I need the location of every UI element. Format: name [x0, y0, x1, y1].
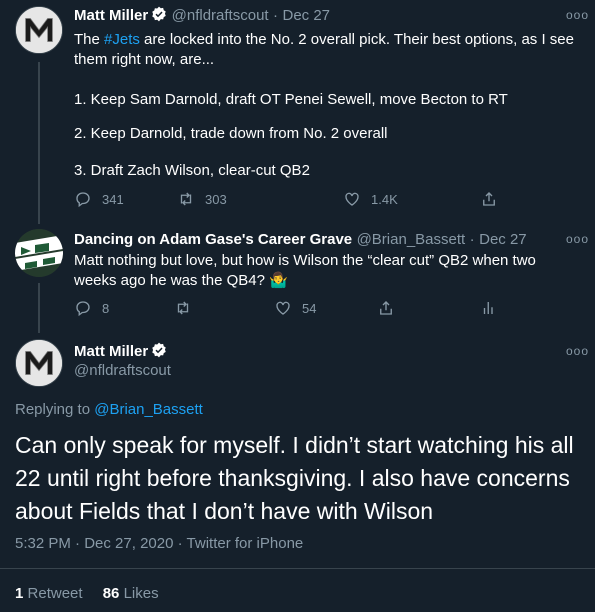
- analytics-action[interactable]: [480, 299, 498, 317]
- like-action[interactable]: 1.4K: [343, 190, 398, 208]
- display-name[interactable]: Matt Miller: [74, 343, 148, 360]
- share-icon: [483, 192, 495, 206]
- replying-to-link[interactable]: @Brian_Bassett: [94, 401, 203, 418]
- retweet-count: 303: [205, 191, 227, 207]
- tweet-date[interactable]: Dec 27: [479, 231, 527, 248]
- option-3: 3. Draft Zach Wilson, clear-cut QB2: [74, 162, 310, 179]
- analytics-icon: [483, 302, 493, 314]
- tweet-header: Matt Miller @nfldraftscout · Dec 27: [74, 6, 330, 27]
- tweet-source[interactable]: Twitter for iPhone: [187, 535, 304, 552]
- like-stat[interactable]: 86 Likes: [103, 585, 159, 602]
- main-author-name-row: Matt Miller: [74, 342, 167, 363]
- retweet-count: 1: [15, 585, 24, 602]
- verified-icon: [151, 6, 167, 27]
- tweet-date[interactable]: Dec 27: [282, 7, 330, 24]
- like-count: 1.4K: [371, 191, 398, 207]
- like-icon: [345, 192, 359, 206]
- reply-action[interactable]: 8: [74, 299, 109, 317]
- tweet-time[interactable]: 5:32 PM: [15, 535, 71, 552]
- reply-action[interactable]: 341: [74, 190, 124, 208]
- handle[interactable]: @nfldraftscout: [172, 7, 269, 24]
- separator: ·: [273, 7, 279, 24]
- reply-icon: [76, 192, 90, 208]
- retweet-stat[interactable]: 1 Retweet: [15, 585, 83, 602]
- more-icon[interactable]: ooo: [566, 232, 589, 246]
- avatar[interactable]: [15, 6, 63, 54]
- hashtag-link[interactable]: #Jets: [104, 31, 140, 48]
- replying-label: Replying to: [15, 401, 95, 418]
- display-name[interactable]: Dancing on Adam Gase's Career Grave: [74, 231, 352, 248]
- separator: ·: [75, 535, 81, 552]
- retweet-action[interactable]: [174, 299, 202, 317]
- handle[interactable]: @nfldraftscout: [74, 362, 171, 379]
- tweet-header: Dancing on Adam Gase's Career Grave @Bri…: [74, 231, 527, 249]
- like-action[interactable]: 54: [274, 299, 316, 317]
- tweet-text: Matt nothing but love, but how is Wilson…: [74, 252, 536, 289]
- share-action[interactable]: [377, 299, 395, 317]
- tweet-meta: 5:32 PM · Dec 27, 2020 · Twitter for iPh…: [15, 535, 303, 552]
- main-tweet-text: Can only speak for myself. I didn’t star…: [15, 432, 574, 524]
- like-count: 54: [302, 300, 317, 316]
- option-1: 1. Keep Sam Darnold, draft OT Penei Sewe…: [74, 91, 508, 108]
- retweet-action[interactable]: 303: [177, 190, 227, 208]
- more-icon[interactable]: ooo: [566, 344, 589, 358]
- reply-icon: [76, 301, 90, 317]
- like-label: Likes: [123, 585, 159, 602]
- handle[interactable]: @Brian_Bassett: [357, 231, 466, 248]
- tweet-text: The #Jets are locked into the No. 2 over…: [74, 30, 574, 70]
- thread-line: [38, 283, 40, 333]
- retweet-icon: [180, 192, 192, 206]
- verified-icon: [151, 342, 167, 363]
- share-icon: [380, 301, 392, 315]
- like-icon: [276, 301, 290, 315]
- retweet-icon: [177, 301, 189, 315]
- thread-line: [38, 62, 40, 224]
- avatar[interactable]: [15, 339, 63, 387]
- more-icon[interactable]: ooo: [566, 8, 589, 22]
- like-count: 86: [102, 585, 120, 602]
- display-name[interactable]: Matt Miller: [74, 7, 148, 24]
- text-post: are locked into the No. 2 overall pick. …: [74, 31, 574, 68]
- text-pre: The: [74, 31, 105, 48]
- share-action[interactable]: [480, 190, 498, 208]
- separator: ·: [469, 231, 475, 248]
- separator: ·: [177, 535, 183, 552]
- retweet-label: Retweet: [27, 585, 83, 602]
- option-2: 2. Keep Darnold, trade down from No. 2 o…: [74, 125, 388, 142]
- reply-count: 341: [102, 191, 124, 207]
- replying-to: Replying to @Brian_Bassett: [15, 401, 203, 418]
- engagement-stats: 1 Retweet 86 Likes: [15, 585, 159, 602]
- tweet-date[interactable]: Dec 27, 2020: [84, 535, 173, 552]
- avatar[interactable]: [15, 229, 63, 277]
- reply-count: 8: [102, 300, 110, 316]
- divider: [0, 568, 595, 569]
